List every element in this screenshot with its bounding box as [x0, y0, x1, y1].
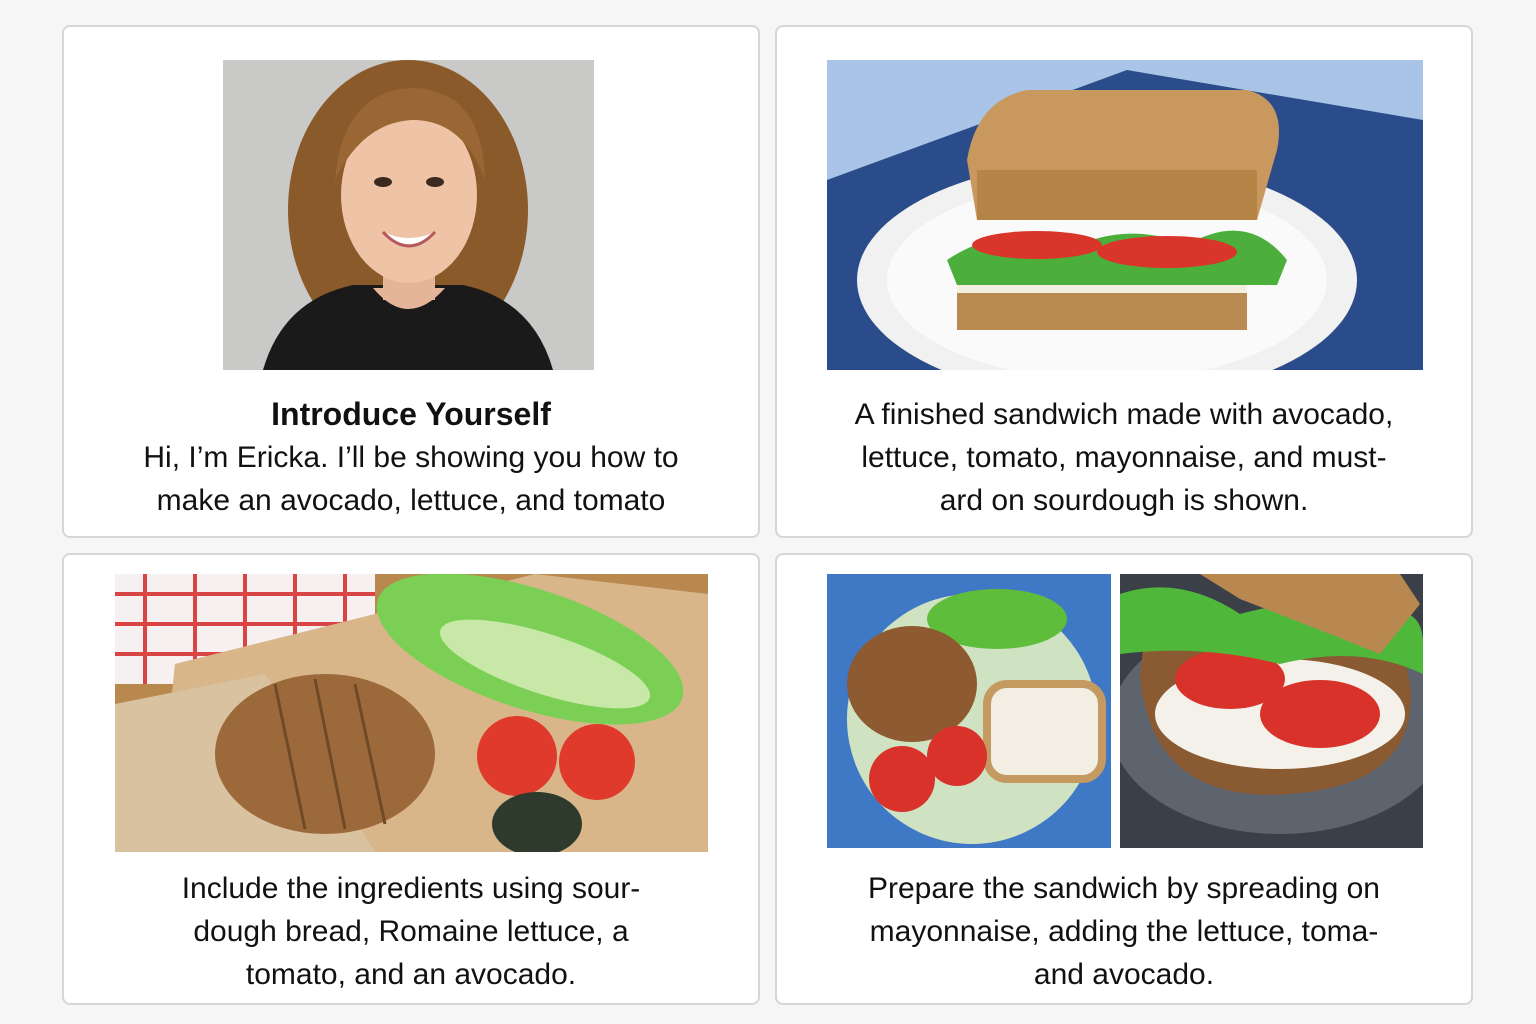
caption-line: Include the ingredients using sour-	[181, 872, 641, 905]
caption-line: and avocado.	[1033, 958, 1215, 991]
caption-line: mayonnaise, adding the lettuce, toma-	[869, 915, 1379, 948]
ingredients-photo	[115, 574, 708, 852]
finished-sandwich-card: A finished sandwich made with avocado, l…	[775, 25, 1473, 538]
finished-sandwich-caption: A finished sandwich made with avocado, l…	[797, 393, 1451, 522]
caption-line: tomato, and an avocado.	[245, 958, 577, 991]
caption-line: dough bread, Romaine lettuce, a	[193, 915, 629, 948]
ingredients-caption: Include the ingredients using sour- doug…	[84, 867, 738, 996]
caption-line: Hi, I’m Ericka. I’ll be showing you how …	[143, 441, 679, 474]
sandwich-closeup-photo	[1120, 574, 1423, 848]
prepare-card: Prepare the sandwich by spreading on may…	[775, 553, 1473, 1005]
prepare-caption: Prepare the sandwich by spreading on may…	[797, 867, 1451, 996]
ingredients-plate-photo	[827, 574, 1111, 848]
finished-sandwich-photo	[827, 60, 1423, 370]
caption-line: make an avocado, lettuce, and tomato	[156, 484, 666, 517]
intro-card: Introduce Yourself Hi, I’m Ericka. I’ll …	[62, 25, 760, 538]
portrait-photo	[223, 60, 594, 370]
caption-line: ard on sourdough is shown.	[939, 484, 1309, 517]
caption-line: Prepare the sandwich by spreading on	[868, 872, 1380, 905]
caption-line: A finished sandwich made with avocado,	[854, 398, 1394, 431]
ingredients-card: Include the ingredients using sour- doug…	[62, 553, 760, 1005]
intro-caption: Introduce Yourself Hi, I’m Ericka. I’ll …	[84, 393, 738, 522]
caption-line: lettuce, tomato, mayonnaise, and must-	[861, 441, 1387, 474]
card-title: Introduce Yourself	[271, 396, 551, 432]
